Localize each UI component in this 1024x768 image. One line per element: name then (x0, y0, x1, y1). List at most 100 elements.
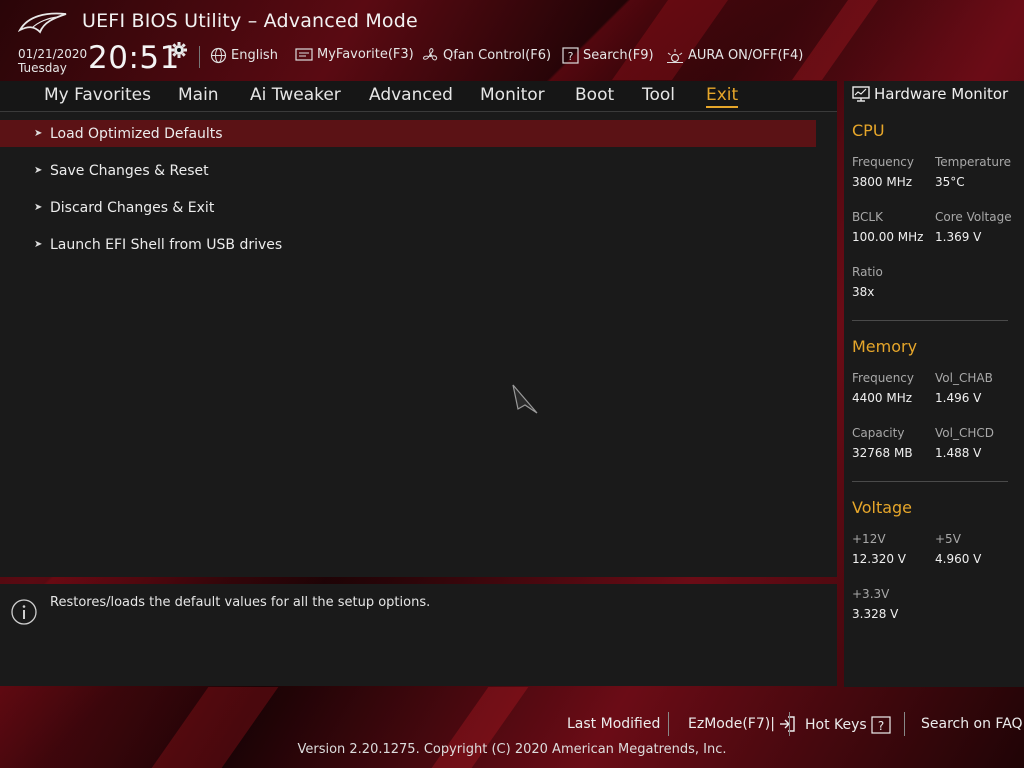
footer-divider (904, 712, 905, 736)
svg-text:?: ? (568, 50, 574, 63)
memory-frequency-label: Frequency (852, 371, 914, 385)
ratio-label: Ratio (852, 265, 883, 279)
capacity-value: 32768 MB (852, 446, 913, 460)
hardware-monitor-panel: Hardware Monitor CPU Frequency Temperatu… (844, 81, 1024, 687)
day-text: Tuesday (18, 61, 67, 75)
menu-item-launch-efi-shell[interactable]: ➤ Launch EFI Shell from USB drives (0, 231, 816, 258)
menu-item-label: Save Changes & Reset (50, 162, 209, 179)
tab-boot[interactable]: Boot (575, 85, 614, 105)
favorite-icon (295, 48, 313, 61)
cpu-temperature-label: Temperature (935, 155, 1012, 169)
footer-bar: Last Modified EzMode(F7)| Hot Keys ? Sea… (0, 687, 1024, 768)
hot-keys-button[interactable]: Hot Keys ? (805, 716, 891, 734)
cpu-temperature-value: 35°C (935, 175, 965, 189)
menu-item-label: Discard Changes & Exit (50, 199, 215, 216)
footer-divider (789, 712, 790, 736)
hardware-monitor-label: Hardware Monitor (874, 85, 1009, 103)
tab-my-favorites[interactable]: My Favorites (44, 85, 151, 105)
tab-bar: My Favorites Main Ai Tweaker Advanced Mo… (0, 81, 837, 112)
search-label: Search(F9) (583, 48, 654, 63)
language-label: English (231, 48, 278, 63)
last-modified-label: Last Modified (567, 716, 661, 732)
date-display[interactable]: 01/21/2020 Tuesday (18, 47, 87, 75)
chevron-right-icon: ➤ (34, 202, 43, 213)
aura-icon (667, 49, 683, 63)
hardware-monitor-title: Hardware Monitor (852, 85, 1008, 103)
capacity-label: Capacity (852, 426, 905, 440)
help-key-icon: ? (871, 716, 891, 734)
search-help-icon: ? (562, 47, 579, 64)
copyright-text: Version 2.20.1275. Copyright (C) 2020 Am… (297, 742, 727, 757)
ezmode-button[interactable]: EzMode(F7)| (688, 716, 795, 732)
bclk-label: BCLK (852, 210, 883, 224)
exit-arrow-icon (779, 716, 795, 732)
core-voltage-value: 1.369 V (935, 230, 982, 244)
myfavorite-button[interactable]: MyFavorite(F3) (295, 47, 414, 62)
monitor-icon (852, 86, 870, 102)
chevron-right-icon: ➤ (34, 239, 43, 250)
aura-toggle-button[interactable]: AURA ON/OFF(F4) (666, 47, 803, 64)
tab-exit[interactable]: Exit (706, 85, 739, 108)
tab-tool[interactable]: Tool (642, 85, 675, 105)
core-voltage-label: Core Voltage (935, 210, 1012, 224)
gear-icon[interactable] (170, 41, 188, 59)
tab-ai-tweaker[interactable]: Ai Tweaker (250, 85, 341, 105)
header-divider (199, 46, 200, 68)
search-faq-button[interactable]: Search on FAQ (921, 716, 1023, 732)
menu-item-label: Load Optimized Defaults (50, 125, 223, 142)
svg-text:?: ? (878, 719, 884, 733)
qfan-label: Qfan Control(F6) (443, 48, 552, 63)
vol-chcd-label: Vol_CHCD (935, 426, 994, 440)
clock-time[interactable]: 20:51 (88, 40, 180, 76)
last-modified-button[interactable]: Last Modified (567, 716, 660, 732)
footer-divider (668, 712, 669, 736)
myfavorite-label: MyFavorite(F3) (317, 47, 414, 62)
help-panel: Restores/loads the default values for al… (0, 584, 837, 686)
bclk-value: 100.00 MHz (852, 230, 924, 244)
aura-label: AURA ON/OFF(F4) (688, 48, 804, 63)
main-panel: My Favorites Main Ai Tweaker Advanced Mo… (0, 81, 837, 577)
menu-item-load-optimized-defaults[interactable]: ➤ Load Optimized Defaults (0, 120, 816, 147)
menu-item-discard-changes-exit[interactable]: ➤ Discard Changes & Exit (0, 194, 816, 221)
v5-value: 4.960 V (935, 552, 982, 566)
search-button[interactable]: ? Search(F9) (562, 47, 654, 64)
date-text: 01/21/2020 (18, 47, 88, 61)
cpu-frequency-value: 3800 MHz (852, 175, 913, 189)
ratio-value: 38x (852, 285, 875, 299)
v12-label: +12V (852, 532, 886, 546)
vol-chab-label: Vol_CHAB (935, 371, 993, 385)
app-title: UEFI BIOS Utility – Advanced Mode (82, 10, 418, 32)
tab-advanced[interactable]: Advanced (369, 85, 453, 105)
help-description: Restores/loads the default values for al… (50, 595, 431, 610)
qfan-control-button[interactable]: Qfan Control(F6) (422, 47, 551, 64)
globe-icon (210, 47, 227, 64)
tab-main[interactable]: Main (178, 85, 219, 105)
chevron-right-icon: ➤ (34, 128, 43, 139)
search-faq-label: Search on FAQ (921, 716, 1023, 732)
section-divider (852, 320, 1008, 321)
v33-value: 3.328 V (852, 607, 899, 621)
v5-label: +5V (935, 532, 961, 546)
mouse-pointer-icon (512, 384, 538, 414)
v12-value: 12.320 V (852, 552, 907, 566)
section-divider (852, 481, 1008, 482)
tab-monitor[interactable]: Monitor (480, 85, 545, 105)
vol-chab-value: 1.496 V (935, 391, 982, 405)
v33-label: +3.3V (852, 587, 890, 601)
voltage-heading: Voltage (852, 498, 913, 517)
rog-logo-icon (18, 12, 67, 34)
fan-icon (423, 48, 438, 61)
vol-chcd-value: 1.488 V (935, 446, 982, 460)
cpu-heading: CPU (852, 121, 885, 140)
cpu-frequency-label: Frequency (852, 155, 914, 169)
ezmode-label: EzMode(F7)| (688, 716, 775, 732)
chevron-right-icon: ➤ (34, 165, 43, 176)
header-bar: UEFI BIOS Utility – Advanced Mode 01/21/… (0, 0, 1024, 80)
menu-item-label: Launch EFI Shell from USB drives (50, 236, 283, 253)
hot-keys-label: Hot Keys (805, 717, 867, 733)
language-button[interactable]: English (210, 47, 278, 64)
menu-item-save-changes-reset[interactable]: ➤ Save Changes & Reset (0, 157, 816, 184)
memory-frequency-value: 4400 MHz (852, 391, 913, 405)
memory-heading: Memory (852, 337, 918, 356)
info-icon (11, 599, 37, 625)
